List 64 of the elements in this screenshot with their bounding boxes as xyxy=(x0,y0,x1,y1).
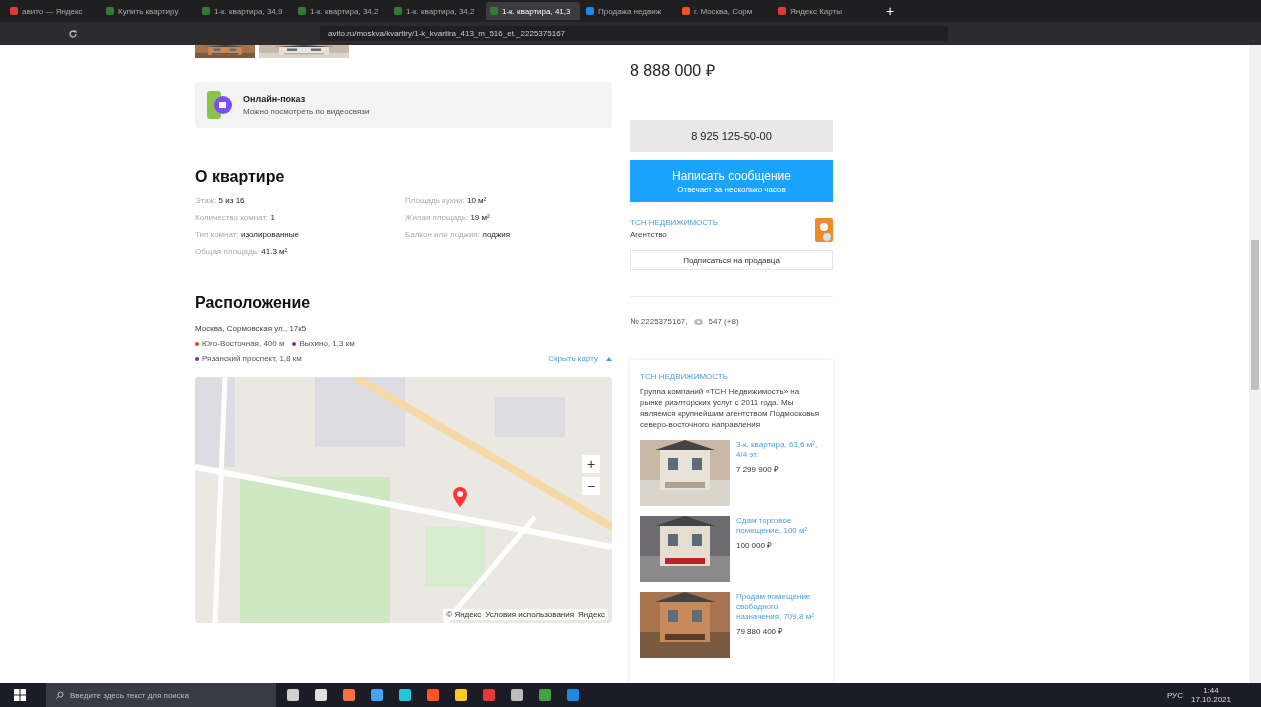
ad-number: № 2225375167, xyxy=(630,317,688,326)
online-show-title: Онлайн-показ xyxy=(243,94,307,104)
price: 8 888 000 ₽ xyxy=(630,61,716,81)
map-pin-icon xyxy=(453,487,467,507)
taskbar-app-icon[interactable] xyxy=(287,689,299,701)
apartment-param: Этаж: 5 из 16 xyxy=(195,196,246,205)
metro-station: Юго-Восточная, 400 м xyxy=(195,339,285,348)
reload-icon[interactable] xyxy=(68,28,78,39)
listing-price: 7 299 900 ₽ xyxy=(736,464,780,474)
zoom-in-button[interactable]: + xyxy=(582,455,600,473)
section-heading: О квартире xyxy=(195,168,286,186)
seller-type: Агентство xyxy=(630,230,668,239)
browser-tab[interactable]: 1-к. квартира, 41,3 xyxy=(486,2,580,20)
listing-price: 79 880 400 ₽ xyxy=(736,626,785,636)
taskbar-app-icon[interactable] xyxy=(427,689,439,701)
browser-tab[interactable]: Купить квартиру xyxy=(102,2,196,20)
agency-description: Группа компаний «ТСН Недвижимость» на рынке риэлторских услуг с 2011 года. Мы являемся крупнейшим агентством Подмосковья северо-восточного направления xyxy=(640,386,821,430)
taskbar-app-icon[interactable] xyxy=(343,689,355,701)
browser-tab[interactable]: 1-к. квартира, 34,2 xyxy=(390,2,484,20)
taskbar-app-icon[interactable] xyxy=(399,689,411,701)
online-show-subtitle: Можно посмотреть по видеосвязи xyxy=(243,107,370,116)
map-attribution[interactable]: Условия использования xyxy=(485,610,575,619)
taskbar-search-field[interactable]: Введите здесь текст для поиска xyxy=(46,683,276,707)
map-attribution: Яндекс xyxy=(578,610,605,619)
address-text: Москва, Сормовская ул., 17к5 xyxy=(195,324,308,333)
new-tab-button[interactable]: + xyxy=(886,3,895,19)
apartment-param: Общая площадь: 41.3 м² xyxy=(195,247,289,256)
search-icon xyxy=(56,691,64,699)
taskbar-app-icon[interactable] xyxy=(371,689,383,701)
zoom-out-button[interactable]: − xyxy=(582,477,600,495)
language-indicator[interactable]: РУС xyxy=(1166,690,1183,700)
metro-station: Выхино, 1,3 км xyxy=(292,339,355,348)
browser-tab[interactable]: г. Москва, Сорм xyxy=(678,2,772,20)
browser-tab[interactable]: Продажа недвиж xyxy=(582,2,676,20)
taskbar-clock[interactable]: 1:44 17.10.2021 xyxy=(1190,686,1231,704)
apartment-param: Площадь кухни: 10 м² xyxy=(405,196,488,205)
map-attribution: © Яндекс xyxy=(446,610,482,619)
taskbar-app-icon[interactable] xyxy=(315,689,327,701)
listing-price: 100 000 ₽ xyxy=(736,540,774,550)
subscribe-button[interactable]: Подписаться на продавца xyxy=(630,250,833,270)
browser-tab[interactable]: Яндекс Карты xyxy=(774,2,868,20)
windows-start-icon[interactable] xyxy=(14,689,26,701)
video-call-icon xyxy=(207,89,233,121)
apartment-param: Количество комнат: 1 xyxy=(195,213,276,222)
metro-station: Рязанский проспект, 1,8 км xyxy=(195,354,302,363)
taskbar-app-icon[interactable] xyxy=(511,689,523,701)
taskbar-app-icon[interactable] xyxy=(539,689,551,701)
apartment-param: Тип комнат: изолированные xyxy=(195,230,300,239)
apartment-param: Жилая площадь: 19 м² xyxy=(405,213,491,222)
caret-icon xyxy=(606,356,612,361)
browser-tab[interactable]: 1-к. квартира, 34,9 xyxy=(198,2,292,20)
browser-tab[interactable]: 1-к. квартира, 34,2 xyxy=(294,2,388,20)
eye-icon xyxy=(693,318,703,325)
taskbar-app-icon[interactable] xyxy=(455,689,467,701)
taskbar-app-icon[interactable] xyxy=(483,689,495,701)
address-field[interactable]: avito.ru/moskva/kvartiry/1-k_kvartira_413_m_516_et._2225375167 xyxy=(320,26,948,41)
taskbar-app-icon[interactable] xyxy=(567,689,579,701)
phone-button[interactable]: 8 925 125-50-00 xyxy=(630,120,833,152)
section-heading: Расположение xyxy=(195,294,312,312)
scrollbar-thumb[interactable] xyxy=(1251,240,1259,390)
seller-avatar-icon xyxy=(815,218,833,242)
view-count: 547 (+8) xyxy=(708,317,739,326)
browser-tab[interactable]: авито — Яндекс xyxy=(6,2,100,20)
apartment-param: Балкон или лоджия: лоджия xyxy=(405,230,512,239)
